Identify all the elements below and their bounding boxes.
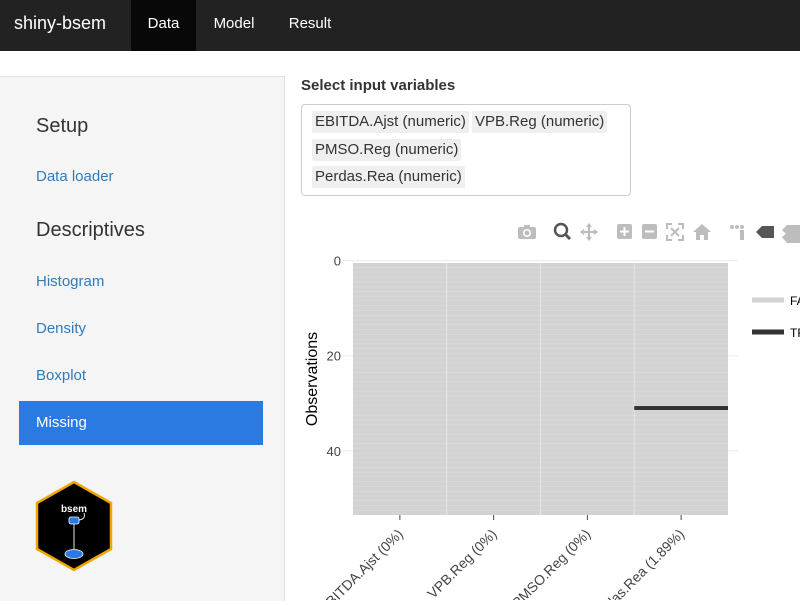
sidebar-item-missing-label: Missing <box>36 414 87 431</box>
bsem-logo: bsem <box>35 480 113 572</box>
input-variables-label: Select input variables <box>301 77 456 94</box>
zoom-out-icon[interactable] <box>642 224 657 239</box>
x-tick-label: PMSO.Reg (0%) <box>508 526 593 600</box>
sidebar: Setup Data loader Descriptives Histogram… <box>0 76 285 601</box>
missingness-chart: 0 20 40 Observations EBITDA.Ajst (0%) VPB.Reg… <box>286 240 800 605</box>
spike-lines-icon[interactable] <box>730 225 744 240</box>
sidebar-item-data-loader[interactable]: Data loader <box>36 168 114 185</box>
hover-closest-icon[interactable] <box>756 226 774 238</box>
x-tick-label: EBITDA.Ajst (0%) <box>316 526 406 600</box>
y-axis-title: Observations <box>304 332 321 426</box>
sidebar-item-density[interactable]: Density <box>36 320 86 337</box>
selected-variable-chip[interactable]: EBITDA.Ajst (numeric) <box>312 111 469 133</box>
reset-axes-icon[interactable] <box>693 224 711 240</box>
sidebar-item-boxplot[interactable]: Boxplot <box>36 367 86 384</box>
autoscale-icon[interactable] <box>666 223 684 241</box>
descriptives-heading: Descriptives <box>36 219 145 241</box>
legend-label: FA <box>790 294 800 308</box>
selected-variable-chip[interactable]: Perdas.Rea (numeric) <box>312 166 465 188</box>
y-tick-label: 0 <box>334 254 341 269</box>
selected-variable-chip[interactable]: VPB.Reg (numeric) <box>472 111 608 133</box>
missing-cell <box>634 406 728 411</box>
camera-icon[interactable] <box>518 225 536 239</box>
app-brand[interactable]: shiny-bsem <box>14 0 106 51</box>
logo-text: bsem <box>61 504 87 515</box>
tab-data[interactable]: Data <box>131 0 196 51</box>
y-tick-label: 20 <box>327 349 341 364</box>
missingness-heatmap[interactable]: 0 20 40 Observations EBITDA.Ajst (0%) VPB.Reg… <box>286 240 800 605</box>
zoom-icon[interactable] <box>553 222 572 241</box>
zoom-in-icon[interactable] <box>617 224 632 239</box>
y-tick-label: 40 <box>327 444 341 459</box>
x-tick-label: Perdas.Rea (1.89%) <box>586 526 687 600</box>
legend-label: TR <box>790 326 800 340</box>
tab-result[interactable]: Result <box>272 0 348 51</box>
tab-model[interactable]: Model <box>196 0 272 51</box>
x-tick-label: VPB.Reg (0%) <box>424 526 500 600</box>
sidebar-item-missing[interactable]: Missing <box>19 401 263 445</box>
setup-heading: Setup <box>36 115 89 137</box>
variables-select[interactable]: EBITDA.Ajst (numeric) VPB.Reg (numeric) … <box>301 104 631 196</box>
selected-variable-chip[interactable]: PMSO.Reg (numeric) <box>312 139 462 161</box>
sidebar-item-histogram[interactable]: Histogram <box>36 273 104 290</box>
navbar: shiny-bsem Data Model Result <box>0 0 800 51</box>
pan-icon[interactable] <box>580 223 598 241</box>
